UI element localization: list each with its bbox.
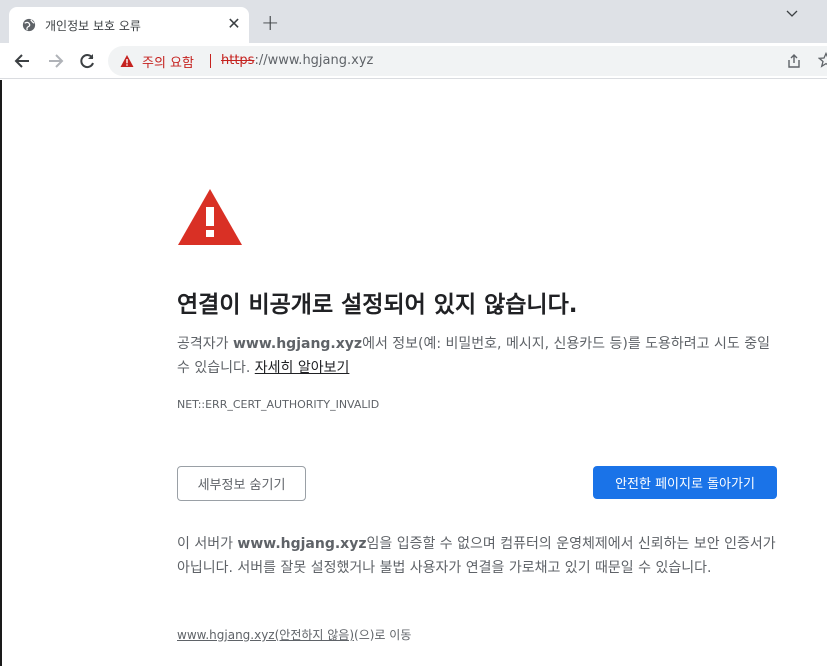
address-bar[interactable]: 주의 요함 https://www.hgjang.xyz [108, 46, 827, 76]
globe-icon [22, 18, 36, 32]
reload-icon[interactable] [77, 51, 97, 71]
warning-triangle-icon [178, 189, 242, 245]
hide-details-button[interactable]: 세부정보 숨기기 [177, 466, 306, 501]
main-message: 공격자가 www.hgjang.xyz에서 정보(예: 비밀번호, 메시지, 신… [177, 332, 777, 380]
details-prefix: 이 서버가 [177, 536, 238, 552]
details-domain: www.hgjang.xyz [237, 536, 367, 552]
chip-separator [210, 54, 211, 68]
learn-more-link[interactable]: 자세히 알아보기 [255, 360, 350, 376]
star-icon[interactable] [818, 52, 827, 68]
share-icon[interactable] [786, 53, 802, 69]
close-tab-icon[interactable]: ✕ [226, 16, 242, 32]
back-arrow-icon[interactable] [13, 51, 33, 71]
window-edge [0, 80, 2, 666]
forward-arrow-icon[interactable] [45, 51, 65, 71]
proceed-suffix: (으)로 이동 [354, 628, 412, 642]
chevron-down-icon[interactable] [785, 7, 799, 21]
security-chip[interactable]: 주의 요함 [120, 53, 194, 71]
details-message: 이 서버가 www.hgjang.xyz임을 입증할 수 없으며 컴퓨터의 운영… [177, 532, 777, 580]
back-to-safety-button[interactable]: 안전한 페이지로 돌아가기 [593, 466, 777, 499]
page-title: 연결이 비공개로 설정되어 있지 않습니다. [177, 292, 578, 318]
toolbar: 주의 요함 https://www.hgjang.xyz [0, 43, 827, 79]
url-scheme: https [221, 53, 255, 68]
error-code: NET::ERR_CERT_AUTHORITY_INVALID [177, 398, 380, 411]
url-host: ://www.hgjang.xyz [254, 53, 374, 68]
proceed-line: www.hgjang.xyz(안전하지 않음)(으)로 이동 [177, 626, 411, 643]
desc-prefix: 공격자가 [177, 336, 233, 352]
new-tab-button[interactable]: + [261, 13, 279, 35]
tab-active[interactable]: 개인정보 보호 오류 ✕ [9, 7, 249, 43]
tab-strip: 개인정보 보호 오류 ✕ + [0, 0, 827, 43]
desc-domain: www.hgjang.xyz [232, 336, 363, 352]
warning-icon [120, 55, 134, 67]
url-text[interactable]: https://www.hgjang.xyz [221, 53, 373, 68]
tab-title: 개인정보 보호 오류 [45, 19, 141, 33]
security-chip-label: 주의 요함 [142, 55, 194, 71]
proceed-link[interactable]: www.hgjang.xyz(안전하지 않음) [177, 628, 354, 642]
